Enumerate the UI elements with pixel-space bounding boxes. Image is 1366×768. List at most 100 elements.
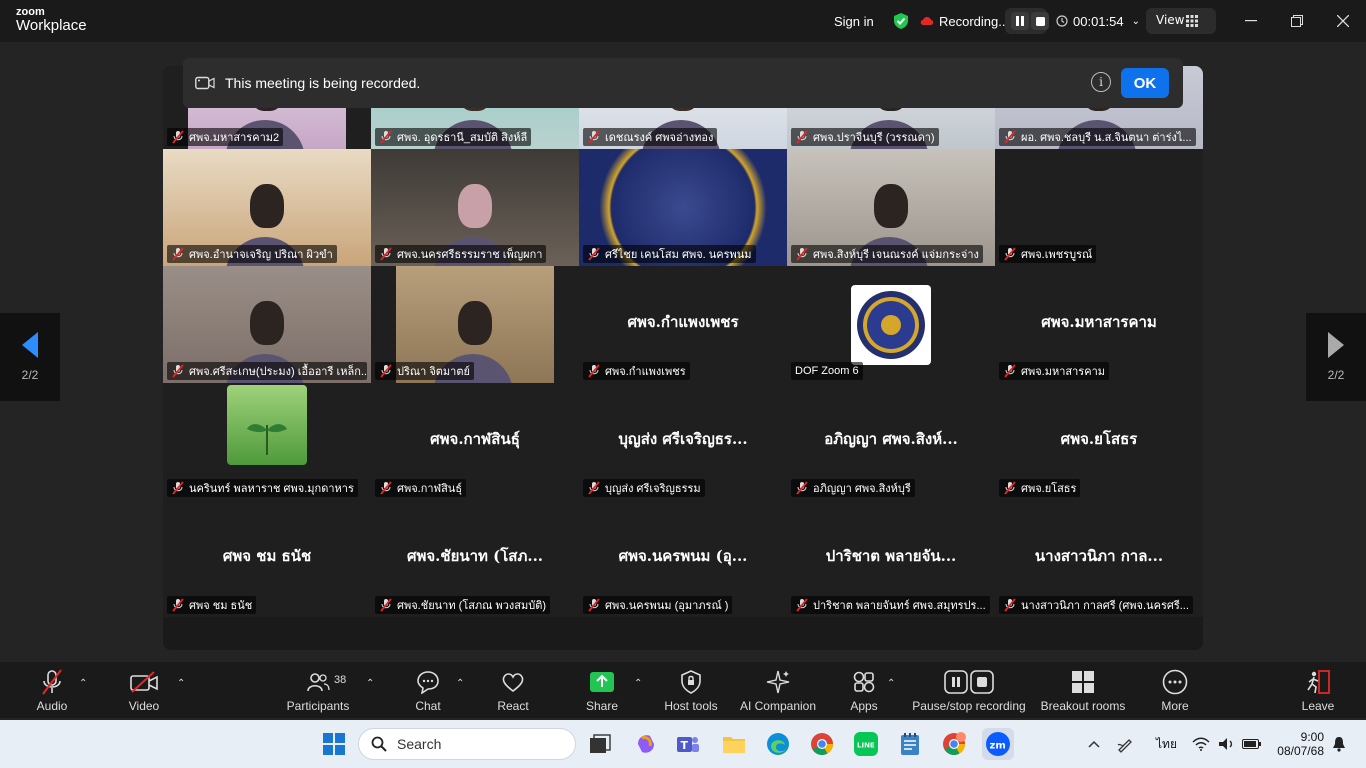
- show-hidden-icons-chevron-icon[interactable]: [1088, 720, 1100, 768]
- participant-name: ศพจ. อุดรธานี_สมบัติ สิงห์ลี: [397, 132, 528, 144]
- participant-tile[interactable]: อภิญญา ศพจ.สิงห์... อภิญญา ศพจ.สิงห์บุรี: [787, 383, 995, 500]
- next-page-button[interactable]: 2/2: [1306, 313, 1366, 401]
- stop-recording-icon[interactable]: [1031, 12, 1049, 30]
- participant-tile[interactable]: DOF Zoom 6: [787, 266, 995, 383]
- search-placeholder: Search: [397, 736, 442, 752]
- participant-name-tag: ศพจ.มหาสารคาม2: [167, 128, 284, 146]
- participant-name-tag: ผอ. ศพจ.ชลบุรี น.ส.จินตนา ต่าร่งไ...: [999, 128, 1196, 146]
- close-button[interactable]: [1320, 0, 1366, 42]
- pen-menu-icon[interactable]: [1116, 720, 1134, 768]
- participant-display-name: ศพจ ชม ธนัช: [222, 547, 312, 566]
- more-button[interactable]: More: [1154, 662, 1196, 718]
- participant-tile[interactable]: ศพจ.กำแพงเพชร ศพจ.กำแพงเพชร: [579, 266, 787, 383]
- ai-companion-label: AI Companion: [739, 699, 817, 713]
- muted-mic-icon: [1004, 598, 1016, 612]
- participant-name: ศพจ.มหาสารคาม: [1021, 366, 1105, 378]
- line-app-icon[interactable]: LINE: [850, 728, 882, 760]
- participant-tile[interactable]: ศพจ.นครศรีธรรมราช เพ็ญผกา: [371, 149, 579, 266]
- clock[interactable]: 9:00 08/07/68: [1272, 720, 1324, 768]
- chrome-profile-icon[interactable]: [938, 728, 970, 760]
- restore-button[interactable]: [1274, 0, 1320, 42]
- participant-tile[interactable]: นครินทร์ พลหาราช ศพจ.มุกดาหาร: [163, 383, 371, 500]
- more-icon: [1161, 668, 1189, 696]
- participant-name: ศพจ.ปราจีนบุรี (วรรณดา): [813, 132, 935, 144]
- breakout-rooms-button[interactable]: Breakout rooms: [1038, 662, 1128, 718]
- participant-tile[interactable]: ศพจ.ยโสธร ศพจ.ยโสธร: [995, 383, 1203, 500]
- participant-name-tag: DOF Zoom 6: [791, 362, 863, 380]
- participant-tile[interactable]: ปริณา จิตมาตย์: [371, 266, 579, 383]
- participant-name: ศพจ.กำแพงเพชร: [605, 366, 686, 378]
- participant-tile[interactable]: ศพจ.เพชรบูรณ์: [995, 149, 1203, 266]
- host-tools-button[interactable]: Host tools: [660, 662, 722, 718]
- participant-tile[interactable]: ศรีไชย เคนโสม ศพจ. นครพนม: [579, 149, 787, 266]
- chat-button[interactable]: Chat: [408, 662, 448, 718]
- breakout-rooms-label: Breakout rooms: [1040, 699, 1126, 713]
- apps-button[interactable]: Apps: [844, 662, 884, 718]
- meeting-timer[interactable]: 00:01:54 ⌄: [1056, 0, 1140, 42]
- pause-recording-icon[interactable]: [1011, 12, 1029, 30]
- input-language[interactable]: ไทย: [1156, 720, 1177, 768]
- page-indicator-right: 2/2: [1327, 368, 1345, 382]
- participant-tile[interactable]: ศพจ.ชัยนาท (โสภ... ศพจ.ชัยนาท (โสภณ พวงสม…: [371, 500, 579, 617]
- minimize-button[interactable]: [1228, 0, 1274, 42]
- participant-tile[interactable]: ศพจ.ศรีสะเกษ(ประมง) เอื้ออารี เหล็ก...: [163, 266, 371, 383]
- participant-tile[interactable]: ศพจ.อำนาจเจริญ ปริณา ผิวขำ: [163, 149, 371, 266]
- info-icon[interactable]: i: [1091, 72, 1111, 92]
- audio-options-chevron-icon[interactable]: ⌃: [79, 678, 87, 689]
- participant-name: ศพจ.นครพนม (อุมาภรณ์ ): [605, 600, 729, 612]
- svg-text:zm: zm: [990, 741, 1006, 752]
- volume-icon[interactable]: [1218, 720, 1236, 768]
- participant-name-tag: เดชณรงค์ ศพจอ่างทอง: [583, 128, 718, 146]
- participant-tile[interactable]: ศพจ.มหาสารคาม ศพจ.มหาสารคาม: [995, 266, 1203, 383]
- react-button[interactable]: React: [492, 662, 534, 718]
- teams-icon[interactable]: T: [672, 728, 704, 760]
- participants-count: 38: [334, 674, 347, 686]
- muted-mic-icon: [1004, 247, 1016, 261]
- pause-recording-label: Pause/stop recording: [912, 699, 1026, 713]
- participant-tile[interactable]: ศพจ ชม ธนัช ศพจ ชม ธนัช: [163, 500, 371, 617]
- participant-tile[interactable]: บุญส่ง ศรีเจริญธร... บุญส่ง ศรีเจริญธรรม: [579, 383, 787, 500]
- participant-tile[interactable]: ศพจ.นครพนม (อุ... ศพจ.นครพนม (อุมาภรณ์ ): [579, 500, 787, 617]
- shield-icon[interactable]: [892, 0, 910, 42]
- share-button[interactable]: Share: [582, 662, 622, 718]
- file-explorer-icon[interactable]: [718, 728, 750, 760]
- battery-icon[interactable]: [1242, 720, 1262, 768]
- leave-button[interactable]: Leave: [1298, 662, 1338, 718]
- recording-indicator[interactable]: Recording...: [920, 0, 1009, 42]
- edge-icon[interactable]: [762, 728, 794, 760]
- ai-companion-button[interactable]: AI Companion: [736, 662, 820, 718]
- share-options-chevron-icon[interactable]: ⌃: [634, 678, 642, 689]
- notification-bell-icon[interactable]: [1332, 720, 1346, 768]
- participants-button[interactable]: Participants: [284, 662, 352, 718]
- pause-stop-recording-button[interactable]: Pause/stop recording: [910, 662, 1028, 718]
- recording-banner-message: This meeting is being recorded.: [225, 75, 421, 91]
- apps-label: Apps: [850, 699, 878, 713]
- chrome-icon[interactable]: [806, 728, 838, 760]
- participants-options-chevron-icon[interactable]: ⌃: [366, 678, 374, 689]
- plant-avatar-icon: [227, 385, 307, 465]
- participant-tile[interactable]: ปาริชาต พลายจัน... ปาริชาต พลายจันทร์ ศพจ…: [787, 500, 995, 617]
- taskbar-search-box[interactable]: Search: [358, 728, 576, 760]
- video-button[interactable]: Video: [124, 662, 164, 718]
- muted-mic-icon: [588, 598, 600, 612]
- apps-options-chevron-icon[interactable]: ⌃: [887, 678, 895, 689]
- task-view-icon[interactable]: [584, 728, 616, 760]
- participant-tile[interactable]: นางสาวนิภา กาล... นางสาวนิภา กาลศรี (ศพจ.…: [995, 500, 1203, 617]
- zoom-taskbar-icon[interactable]: zm: [982, 728, 1014, 760]
- video-options-chevron-icon[interactable]: ⌃: [177, 678, 185, 689]
- windows-start-icon[interactable]: [318, 728, 350, 760]
- wifi-icon[interactable]: [1192, 720, 1210, 768]
- participant-tile[interactable]: ศพจ.กาฬสินธุ์ ศพจ.กาฬสินธุ์: [371, 383, 579, 500]
- sign-in-button[interactable]: Sign in: [834, 0, 874, 42]
- view-button[interactable]: View: [1146, 8, 1216, 34]
- audio-button[interactable]: Audio: [32, 662, 72, 718]
- notepad-icon[interactable]: [894, 728, 926, 760]
- participant-display-name: ศพจ.กาฬสินธุ์: [430, 430, 520, 449]
- participant-tile[interactable]: ศพจ.สิงห์บุรี เจนณรงค์ แจ่มกระจ่าง: [787, 149, 995, 266]
- ok-button[interactable]: OK: [1121, 68, 1169, 98]
- chat-options-chevron-icon[interactable]: ⌃: [456, 678, 464, 689]
- leave-icon: [1304, 668, 1332, 696]
- copilot-icon[interactable]: [630, 728, 662, 760]
- participant-name: ศพจ.อำนาจเจริญ ปริณา ผิวขำ: [189, 249, 333, 261]
- previous-page-button[interactable]: 2/2: [0, 313, 60, 401]
